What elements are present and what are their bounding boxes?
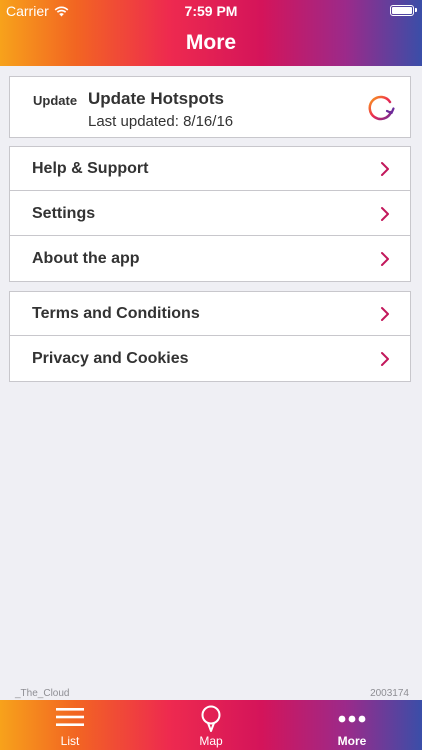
update-title: Update Hotspots	[88, 89, 224, 108]
menu-group-help: Help & Support Settings About the app	[9, 146, 411, 282]
chevron-right-icon	[381, 252, 389, 266]
menu-item-privacy[interactable]: Privacy and Cookies	[10, 337, 410, 381]
menu-group-legal: Terms and Conditions Privacy and Cookies	[9, 291, 411, 382]
footer-build-number: 2003174	[370, 688, 409, 699]
page-title: More	[185, 31, 237, 54]
menu-item-settings[interactable]: Settings	[10, 192, 410, 236]
menu-item-about[interactable]: About the app	[10, 237, 410, 281]
menu-item-label: Terms and Conditions	[32, 305, 200, 322]
menu-item-terms[interactable]: Terms and Conditions	[10, 292, 410, 336]
chevron-right-icon	[381, 352, 389, 366]
menu-item-label: Settings	[32, 205, 96, 222]
menu-item-label: About the app	[32, 250, 140, 267]
tab-label: List	[60, 734, 80, 748]
tab-more[interactable]: More	[282, 700, 422, 750]
navigation-bar: Carrier 7:59 PM More	[0, 0, 422, 66]
refresh-icon[interactable]	[366, 93, 396, 123]
chevron-right-icon	[381, 307, 389, 321]
list-icon	[56, 708, 84, 726]
map-pin-icon	[201, 705, 221, 732]
status-bar: Carrier 7:59 PM	[0, 0, 422, 22]
chevron-right-icon	[381, 162, 389, 176]
tab-map[interactable]: Map	[141, 700, 281, 750]
menu-item-label: Help & Support	[32, 160, 149, 177]
menu-item-label: Privacy and Cookies	[32, 350, 189, 367]
update-tag: Update	[33, 93, 78, 108]
tab-bar: List Map More	[0, 700, 422, 750]
update-hotspots-card[interactable]: Update Update Hotspots Last updated: 8/1…	[9, 76, 411, 138]
tab-label: More	[337, 734, 367, 748]
menu-item-help-support[interactable]: Help & Support	[10, 147, 410, 191]
tab-label: Map	[199, 734, 223, 748]
status-time: 7:59 PM	[184, 3, 238, 19]
chevron-right-icon	[381, 207, 389, 221]
footer-brand-text: _The_Cloud	[15, 688, 70, 699]
battery-icon	[390, 5, 417, 16]
more-dots-icon	[338, 715, 366, 723]
tab-list[interactable]: List	[0, 700, 140, 750]
last-updated-text: Last updated: 8/16/16	[88, 113, 234, 130]
